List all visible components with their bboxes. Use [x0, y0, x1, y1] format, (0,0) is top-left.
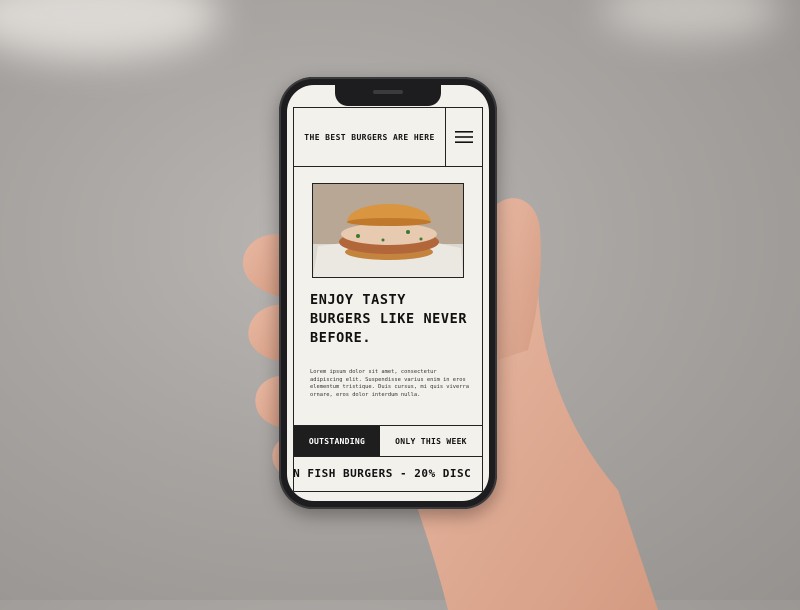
site-title: THE BEST BURGERS ARE HERE [294, 108, 446, 166]
phone-screen: THE BEST BURGERS ARE HERE ENJOY TASTY BU… [287, 85, 489, 501]
background-blur [600, 0, 780, 40]
burger-photo [312, 183, 464, 278]
tab-outstanding[interactable]: OUTSTANDING [294, 426, 380, 456]
promo-ticker-text: ON FISH BURGERS - 20% DISC [294, 466, 472, 480]
tabs: OUTSTANDING ONLY THIS WEEK [294, 425, 482, 457]
hero-body-text: Lorem ipsum dolor sit amet, consectetur … [310, 369, 470, 398]
phone: THE BEST BURGERS ARE HERE ENJOY TASTY BU… [279, 77, 497, 509]
hamburger-menu-icon[interactable] [446, 108, 482, 166]
phone-notch [335, 85, 441, 106]
hero-headline: ENJOY TASTY BURGERS LIKE NEVER BEFORE. [310, 292, 468, 346]
promo-ticker: ON FISH BURGERS - 20% DISC [294, 455, 482, 492]
site-frame: THE BEST BURGERS ARE HERE ENJOY TASTY BU… [293, 107, 483, 501]
site-header: THE BEST BURGERS ARE HERE [294, 107, 482, 167]
background-blur [0, 0, 220, 60]
tab-only-this-week[interactable]: ONLY THIS WEEK [380, 426, 482, 456]
